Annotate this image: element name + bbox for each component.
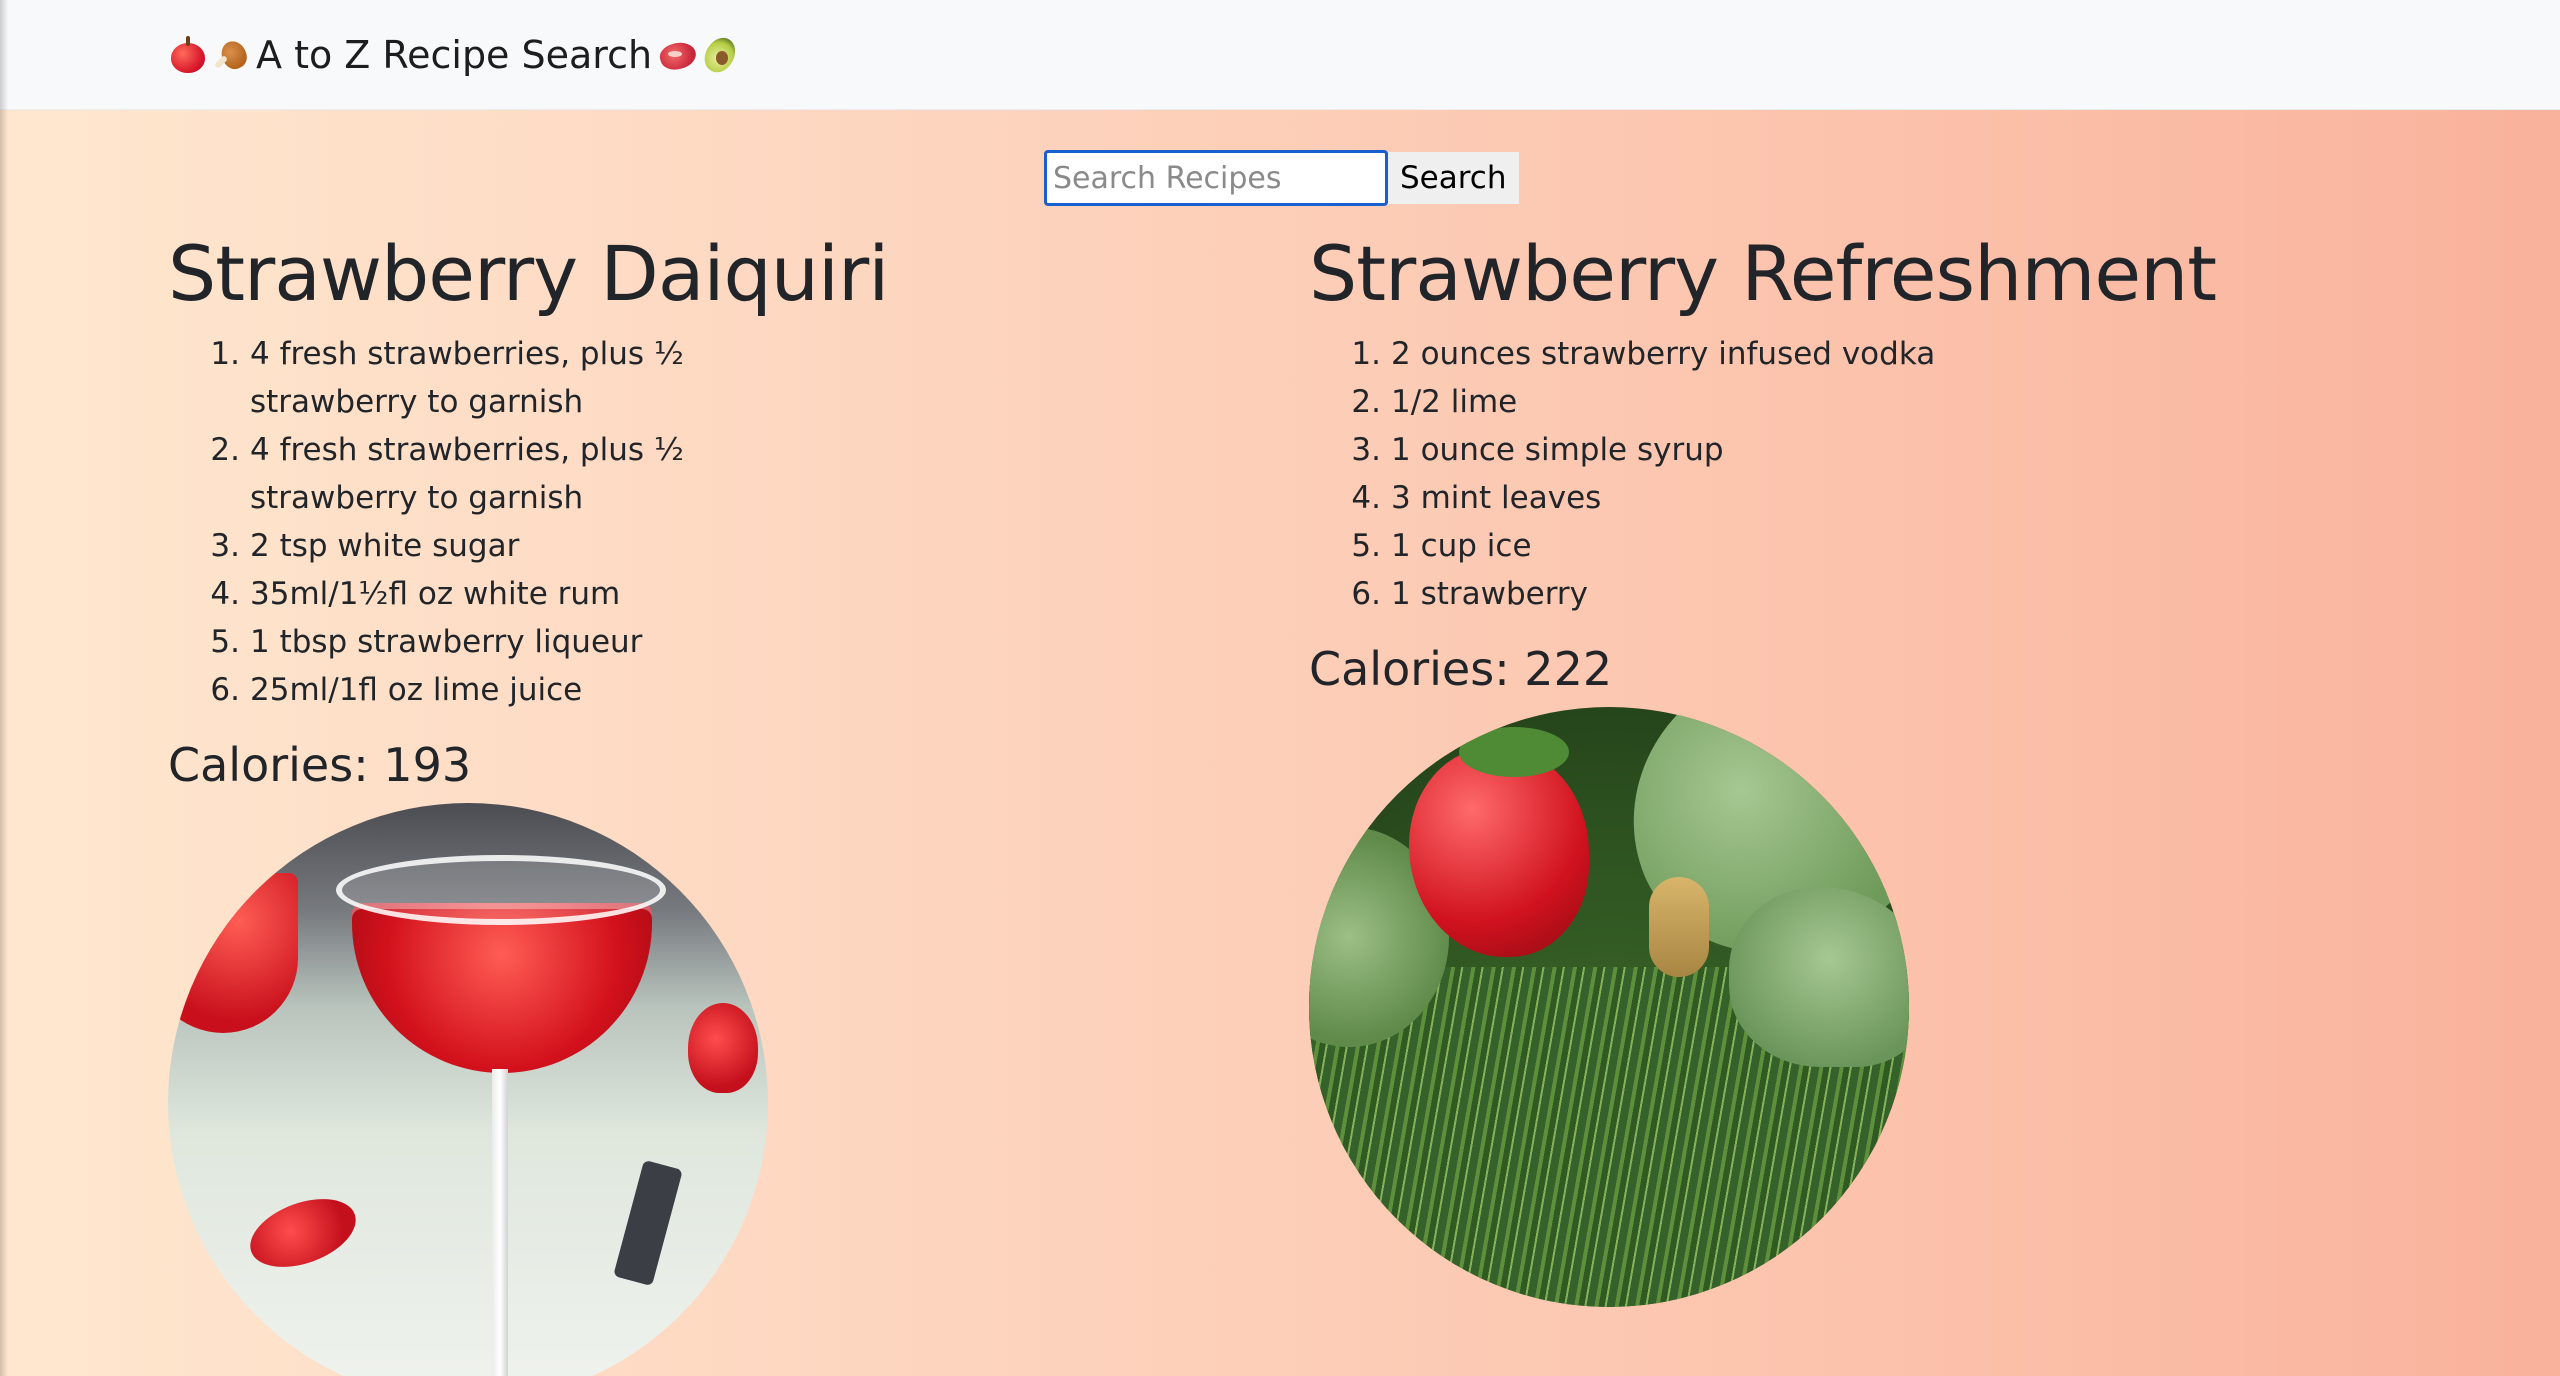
ingredient-item: 1/2 lime bbox=[1349, 378, 1518, 426]
search-button[interactable]: Search bbox=[1388, 152, 1519, 204]
recipe-card: Strawberry Refreshment 2 ounces strawber… bbox=[1309, 229, 2309, 1308]
brand-icons-right bbox=[658, 35, 740, 75]
brand-link[interactable]: A to Z Recipe Search bbox=[168, 26, 740, 84]
brand-icons-left bbox=[168, 35, 250, 75]
strawberry-shape bbox=[688, 1003, 758, 1094]
ingredient-item: 2 tsp white sugar bbox=[208, 522, 520, 570]
ingredient-item: 3 mint leaves bbox=[1349, 474, 1602, 522]
handle-shape bbox=[613, 1160, 683, 1287]
recipe-image bbox=[168, 803, 768, 1376]
avocado-icon bbox=[700, 35, 740, 75]
glass-stem-shape bbox=[492, 1069, 508, 1376]
bud-shape bbox=[1649, 877, 1709, 978]
strawberry-cap-shape bbox=[1459, 727, 1569, 778]
ingredient-list: 4 fresh strawberries, plus ½ strawberry … bbox=[168, 330, 838, 714]
recipe-title: Strawberry Refreshment bbox=[1309, 229, 2217, 318]
ingredient-item: 2 ounces strawberry infused vodka bbox=[1349, 330, 1936, 378]
ingredient-list: 2 ounces strawberry infused vodka 1/2 li… bbox=[1309, 330, 2309, 618]
ingredient-item: 1 strawberry bbox=[1349, 570, 1589, 618]
search-form: Search bbox=[1044, 150, 1519, 206]
ingredient-item: 1 cup ice bbox=[1349, 522, 1532, 570]
meat-icon bbox=[658, 35, 698, 75]
ingredient-item: 4 fresh strawberries, plus ½ strawberry … bbox=[208, 426, 684, 516]
search-input[interactable] bbox=[1044, 150, 1388, 206]
ingredient-item: 4 fresh strawberries, plus ½ strawberry … bbox=[208, 330, 684, 420]
ingredient-item: 35ml/1½fl oz white rum bbox=[208, 570, 621, 618]
recipe-card: Strawberry Daiquiri 4 fresh strawberries… bbox=[168, 236, 1168, 1376]
glass-rim-shape bbox=[336, 855, 666, 926]
ingredient-item: 1 ounce simple syrup bbox=[1349, 426, 1724, 474]
calories-label: Calories: 193 bbox=[168, 738, 472, 792]
window-edge-shadow bbox=[0, 0, 8, 1376]
ingredient-item: 25ml/1fl oz lime juice bbox=[208, 666, 583, 714]
strawberry-shape bbox=[241, 1186, 365, 1281]
apple-icon bbox=[168, 35, 208, 75]
leaf-shape bbox=[1729, 887, 1909, 1068]
glass-shape bbox=[352, 903, 652, 1074]
calories-label: Calories: 222 bbox=[1309, 642, 1613, 696]
ingredient-item: 1 tbsp strawberry liqueur bbox=[208, 618, 643, 666]
glass-shape bbox=[168, 873, 298, 1034]
drumstick-icon bbox=[210, 35, 250, 75]
brand-title: A to Z Recipe Search bbox=[256, 33, 653, 77]
recipe-title: Strawberry Daiquiri bbox=[168, 229, 889, 318]
recipe-image bbox=[1309, 707, 1909, 1308]
navbar: A to Z Recipe Search bbox=[0, 0, 2560, 110]
